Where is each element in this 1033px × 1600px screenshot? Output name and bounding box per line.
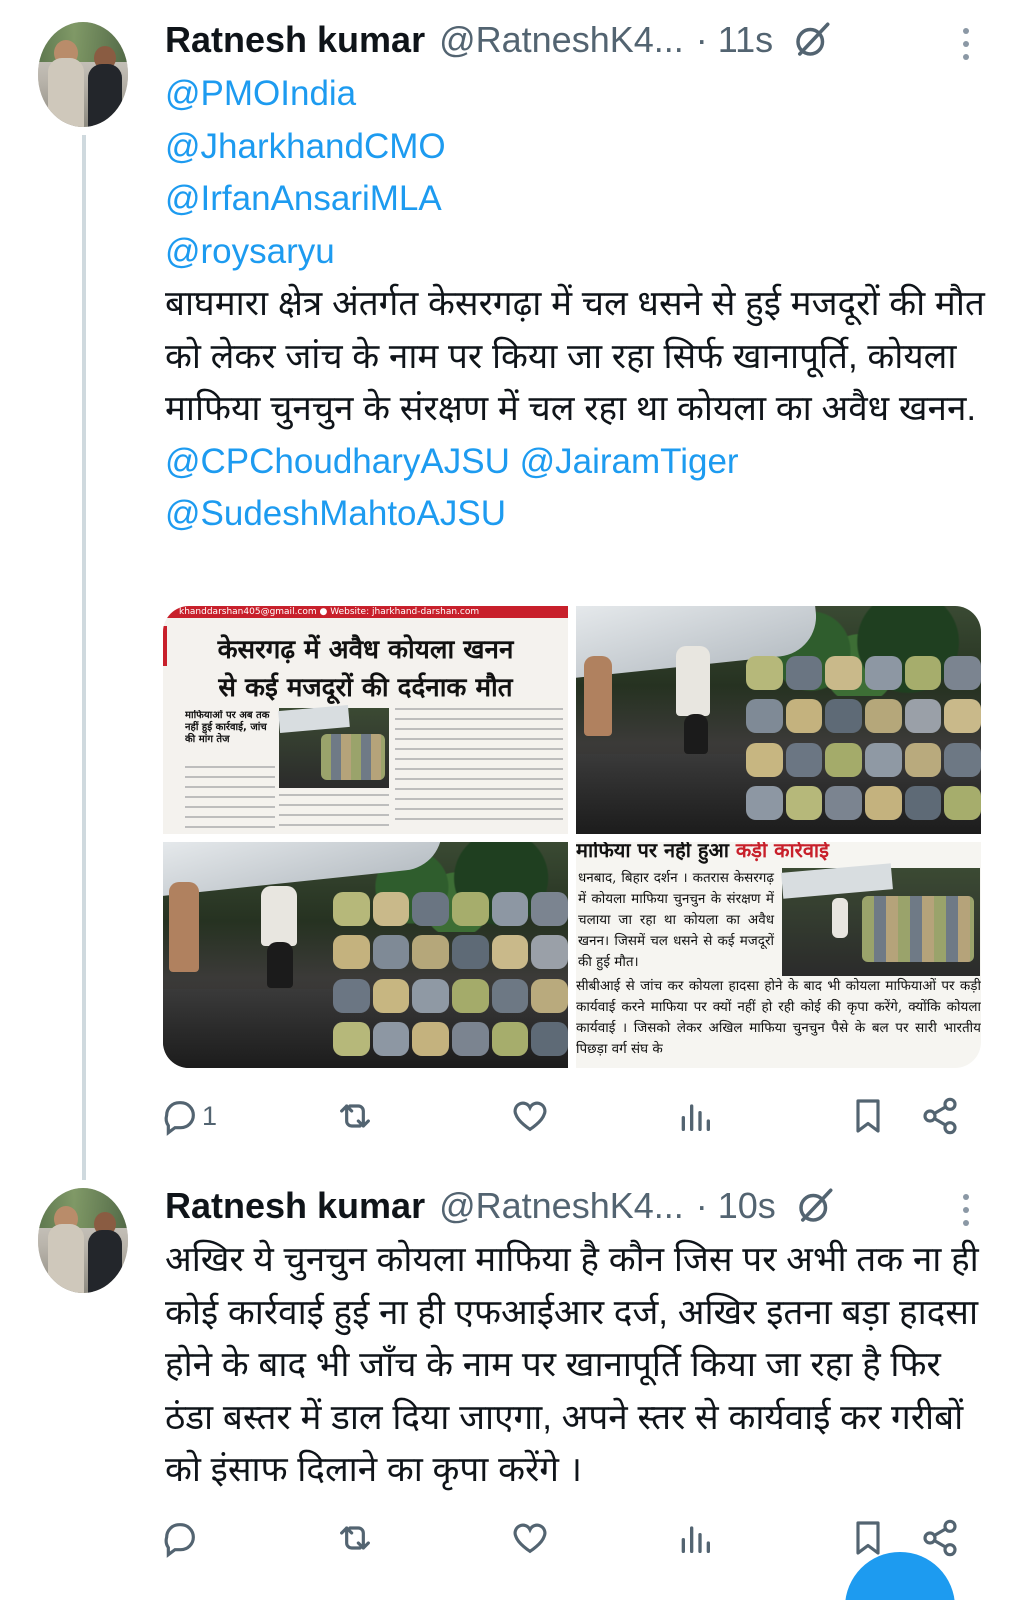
bookmark-button[interactable]	[848, 1094, 888, 1138]
news-top-black: माफिया पर नहीं हुआ	[576, 842, 729, 862]
author-handle[interactable]: @RatneshK4...	[439, 1185, 684, 1227]
reply-icon	[164, 1523, 195, 1558]
news-headline: से कई मजदूरों की दर्दनाक मौत	[218, 673, 513, 703]
tweet-body: अखिर ये चुनचुन कोयला माफिया है कौन जिस प…	[165, 1234, 985, 1497]
mention-link[interactable]: @PMOIndia	[165, 68, 985, 121]
reply-button[interactable]	[160, 1516, 200, 1560]
share-icon	[923, 1519, 957, 1557]
avatar[interactable]	[38, 22, 128, 127]
bookmark-button[interactable]	[848, 1516, 888, 1560]
coal-bags-photo-2[interactable]	[163, 842, 568, 1068]
more-icon[interactable]	[961, 1194, 971, 1226]
views-button[interactable]	[675, 1516, 715, 1560]
author-name[interactable]: Ratnesh kumar	[165, 19, 425, 61]
grok-icon[interactable]	[791, 19, 833, 61]
tweet-time[interactable]: · 10s	[696, 1185, 776, 1227]
news-text-block	[395, 708, 563, 828]
views-icon	[681, 1104, 710, 1131]
like-icon	[513, 1101, 547, 1132]
bookmark-icon	[856, 1099, 880, 1133]
tweet-body: @PMOIndia @JharkhandCMO @IrfanAnsariMLA …	[165, 68, 985, 541]
tweet-1[interactable]: Ratnesh kumar @RatneshK4... · 11s @PMOIn…	[0, 0, 1033, 1180]
like-icon	[513, 1523, 547, 1554]
share-button[interactable]	[920, 1094, 960, 1138]
news-column-text: धनबाद, बिहार दर्शन । कतरास केसरगढ़ में क…	[578, 870, 774, 970]
news-text-block	[279, 794, 389, 828]
news-text-block	[185, 766, 275, 828]
mention-link[interactable]: @CPChoudharyAJSU	[165, 442, 510, 481]
views-icon	[681, 1526, 710, 1553]
mention-link[interactable]: @SudeshMahtoAJSU	[165, 488, 985, 541]
tweet-2[interactable]: Ratnesh kumar @RatneshK4... · 10s अखिर य…	[0, 1180, 1033, 1600]
news-strip: khanddarshan405@gmail.com ● Website: jha…	[163, 606, 568, 618]
news-top-heading: माफिया पर नहीं हुआ कड़ी कार्रवाई	[576, 842, 981, 863]
action-bar	[160, 1516, 970, 1560]
like-button[interactable]	[510, 1516, 550, 1560]
mention-link[interactable]: @JharkhandCMO	[165, 121, 985, 174]
newspaper-image-2[interactable]: माफिया पर नहीं हुआ कड़ी कार्रवाई धनबाद, …	[576, 842, 981, 1068]
media-grid: khanddarshan405@gmail.com ● Website: jha…	[163, 606, 981, 1068]
reply-button[interactable]: 1	[160, 1094, 217, 1138]
tweet-time[interactable]: · 11s	[696, 19, 773, 61]
news-photo	[781, 863, 980, 976]
mention-link[interactable]: @IrfanAnsariMLA	[165, 173, 985, 226]
tweet-header: Ratnesh kumar @RatneshK4... · 11s	[165, 18, 833, 62]
mention-link[interactable]: @JairamTiger	[520, 442, 739, 481]
coal-bags-photo-1[interactable]	[576, 606, 981, 834]
newspaper-image-1[interactable]: khanddarshan405@gmail.com ● Website: jha…	[163, 606, 568, 834]
retweet-button[interactable]	[335, 1516, 375, 1560]
retweet-icon	[340, 1526, 370, 1550]
reply-count: 1	[202, 1100, 218, 1131]
views-button[interactable]	[675, 1094, 715, 1138]
share-button[interactable]	[920, 1516, 960, 1560]
share-icon	[923, 1097, 957, 1135]
thread-line	[82, 135, 86, 1180]
author-name[interactable]: Ratnesh kumar	[165, 1185, 425, 1227]
news-full-text: सीबीआई से जांच कर कोयला हादसा होने के बा…	[576, 978, 981, 1057]
news-photo	[278, 704, 389, 788]
like-button[interactable]	[510, 1094, 550, 1138]
grok-icon[interactable]	[794, 1185, 836, 1227]
retweet-icon	[340, 1104, 370, 1128]
mention-link[interactable]: @roysaryu	[165, 226, 985, 279]
bookmark-icon	[856, 1521, 880, 1555]
author-handle[interactable]: @RatneshK4...	[439, 19, 684, 61]
news-headline: केसरगढ़ में अवैध कोयला खनन	[217, 635, 514, 665]
news-top-red: कड़ी कार्रवाई	[735, 842, 829, 862]
news-subhead: माफियाओं पर अब तक नहीं हुई कार्रवाई, जां…	[185, 710, 270, 745]
avatar[interactable]	[38, 1188, 128, 1293]
retweet-button[interactable]	[335, 1094, 375, 1138]
tweet-text: अखिर ये चुनचुन कोयला माफिया है कौन जिस प…	[165, 1240, 979, 1489]
tweet-text: बाघमारा क्षेत्र अंतर्गत केसरगढ़ा में चल …	[165, 284, 985, 428]
tweet-header: Ratnesh kumar @RatneshK4... · 10s	[165, 1184, 836, 1228]
action-bar: 1	[160, 1094, 970, 1138]
more-icon[interactable]	[961, 28, 971, 60]
reply-icon	[164, 1101, 195, 1136]
